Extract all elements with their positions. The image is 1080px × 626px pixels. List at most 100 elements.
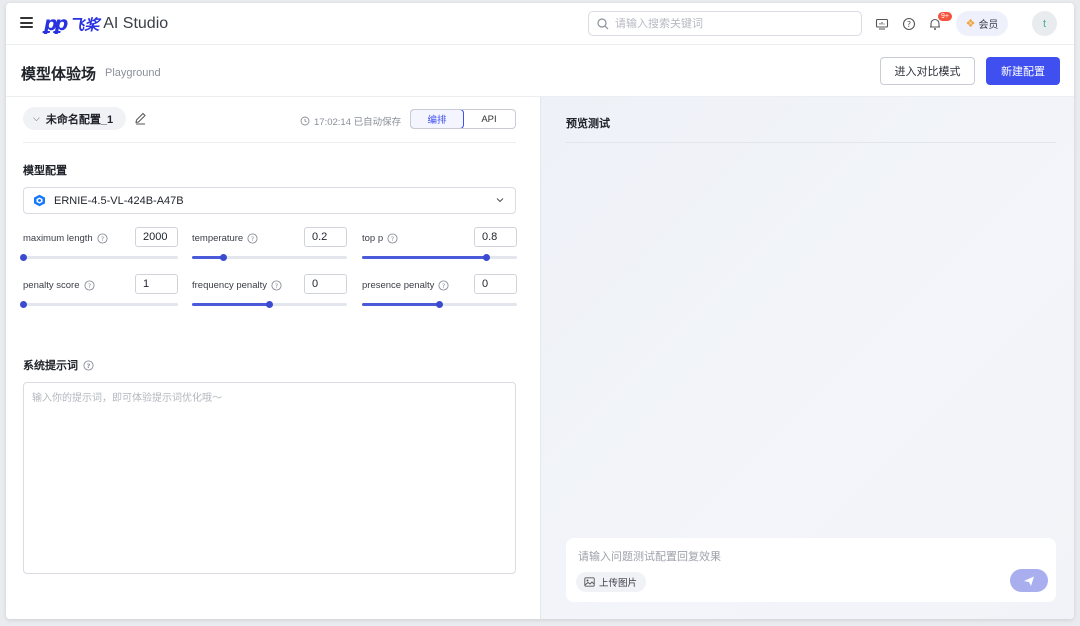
- param-label: top p?: [362, 233, 398, 244]
- logo-text-en: AI Studio: [103, 15, 169, 32]
- param-temperature: temperature? 0.2: [192, 227, 347, 263]
- slider-handle[interactable]: [482, 254, 490, 261]
- logo-mark: ꝑꝑ: [44, 13, 68, 35]
- param-presence-penalty: presence penalty? 0: [362, 274, 517, 310]
- help-icon[interactable]: ?: [97, 233, 108, 244]
- slider-handle[interactable]: [266, 301, 273, 308]
- param-label: frequency penalty?: [192, 280, 282, 291]
- divider: [566, 142, 1056, 143]
- model-config-label: 模型配置: [23, 165, 67, 177]
- menu-icon[interactable]: [20, 17, 33, 28]
- slider-fill: [362, 303, 440, 306]
- mode-tabs: 编排 API: [410, 109, 516, 129]
- slider-handle[interactable]: [219, 254, 227, 261]
- slider-fill: [192, 256, 223, 259]
- param-value-input[interactable]: 0.2: [304, 227, 347, 247]
- monitor-icon[interactable]: [875, 17, 889, 31]
- selected-model: ERNIE-4.5-VL-424B-A47B: [54, 194, 184, 207]
- autosave-status: 17:02:14 已自动保存: [300, 114, 401, 128]
- image-icon: [584, 577, 595, 587]
- param-label-text: presence penalty: [362, 280, 435, 291]
- help-icon[interactable]: ?: [902, 17, 916, 31]
- slider-handle[interactable]: [19, 254, 27, 261]
- search-box: [588, 11, 862, 36]
- send-button[interactable]: [1010, 569, 1048, 592]
- param-value-input[interactable]: 2000: [135, 227, 178, 247]
- param-penalty-score: penalty score? 1: [19, 274, 178, 310]
- logo[interactable]: ꝑꝑ 飞桨 AI Studio: [44, 12, 168, 36]
- param-label: presence penalty?: [362, 280, 449, 291]
- divider: [23, 142, 516, 143]
- send-icon: [1024, 576, 1034, 586]
- search-input[interactable]: [615, 17, 845, 30]
- param-value-input[interactable]: 1: [135, 274, 178, 294]
- param-value-input[interactable]: 0: [304, 274, 347, 294]
- param-value-input[interactable]: 0: [474, 274, 517, 294]
- preview-title: 预览测试: [566, 118, 610, 130]
- help-icon[interactable]: ?: [83, 359, 94, 371]
- vip-label: 会员: [978, 20, 999, 31]
- tab-api[interactable]: API: [463, 110, 515, 128]
- svg-text:?: ?: [87, 282, 90, 290]
- param-value-input[interactable]: 0.8: [474, 227, 517, 247]
- avatar[interactable]: t: [1032, 11, 1057, 36]
- chevron-down-icon: ⌵: [33, 113, 40, 123]
- upload-image-button[interactable]: 上传图片: [576, 572, 647, 592]
- param-label: temperature?: [192, 233, 258, 244]
- help-icon[interactable]: ?: [387, 233, 398, 244]
- model-cube-icon: [34, 194, 45, 207]
- svg-text:?: ?: [442, 282, 445, 290]
- compare-mode-button[interactable]: 进入对比模式: [880, 57, 975, 85]
- param-slider[interactable]: [192, 301, 347, 308]
- edit-icon[interactable]: [134, 112, 147, 125]
- slider-handle[interactable]: [436, 301, 443, 308]
- svg-text:?: ?: [391, 235, 394, 243]
- param-label-text: temperature: [192, 233, 244, 244]
- upload-image-label: 上传图片: [599, 578, 638, 589]
- vip-crown-icon: ❖: [965, 18, 976, 30]
- param-slider[interactable]: [19, 301, 178, 308]
- config-name: 未命名配置_1: [45, 113, 114, 126]
- svg-text:?: ?: [87, 362, 91, 370]
- param-slider[interactable]: [19, 254, 178, 261]
- tab-arrange[interactable]: 编排: [411, 110, 464, 128]
- help-icon[interactable]: ?: [247, 233, 258, 244]
- param-slider[interactable]: [362, 254, 517, 261]
- param-label-text: penalty score: [23, 280, 80, 291]
- notification-badge: 9+: [938, 12, 952, 21]
- system-prompt-label-text: 系统提示词: [23, 360, 78, 372]
- param-label-text: maximum length: [23, 233, 93, 244]
- param-label-text: top p: [362, 233, 384, 244]
- help-icon[interactable]: ?: [271, 280, 282, 291]
- slider-fill: [192, 303, 270, 306]
- param-label-text: frequency penalty: [192, 280, 267, 291]
- svg-text:?: ?: [907, 20, 911, 29]
- system-prompt-input[interactable]: 输入你的提示词，即可体验提示词优化哦～: [23, 382, 516, 574]
- app-window: ꝑꝑ 飞桨 AI Studio ? 9+ ❖ 会员 t 模型体验场 Playgr…: [6, 3, 1074, 619]
- model-select[interactable]: ERNIE-4.5-VL-424B-A47B: [23, 187, 516, 214]
- slider-fill: [362, 256, 486, 259]
- page-subtitle: Playground: [105, 67, 161, 79]
- top-bar: ꝑꝑ 飞桨 AI Studio ? 9+ ❖ 会员 t: [6, 3, 1074, 45]
- help-icon[interactable]: ?: [438, 280, 449, 291]
- title-bar: 模型体验场 Playground 进入对比模式 新建配置: [6, 45, 1074, 97]
- search-icon: [597, 17, 609, 29]
- config-panel: ⌵ 未命名配置_1 17:02:14 已自动保存 编排 API 模型配置 ERN…: [6, 97, 540, 619]
- param-slider[interactable]: [362, 301, 517, 308]
- preview-panel: 预览测试 请输入问题测试配置回复效果 上传图片: [540, 97, 1074, 619]
- vip-button[interactable]: ❖ 会员: [956, 11, 1008, 36]
- param-slider[interactable]: [192, 254, 347, 261]
- config-name-dropdown[interactable]: ⌵ 未命名配置_1: [23, 107, 126, 130]
- logo-text-cn: 飞桨: [69, 16, 100, 34]
- param-top-p: top p? 0.8: [362, 227, 517, 263]
- svg-text:?: ?: [275, 282, 278, 290]
- param-frequency-penalty: frequency penalty? 0: [192, 274, 347, 310]
- param-label: penalty score?: [23, 280, 95, 291]
- chat-input[interactable]: 请输入问题测试配置回复效果: [578, 548, 721, 564]
- svg-text:?: ?: [251, 235, 254, 243]
- param-label: maximum length?: [23, 233, 108, 244]
- clock-icon: [300, 116, 310, 126]
- slider-handle[interactable]: [19, 301, 27, 308]
- help-icon[interactable]: ?: [83, 280, 95, 291]
- new-config-button[interactable]: 新建配置: [986, 57, 1060, 85]
